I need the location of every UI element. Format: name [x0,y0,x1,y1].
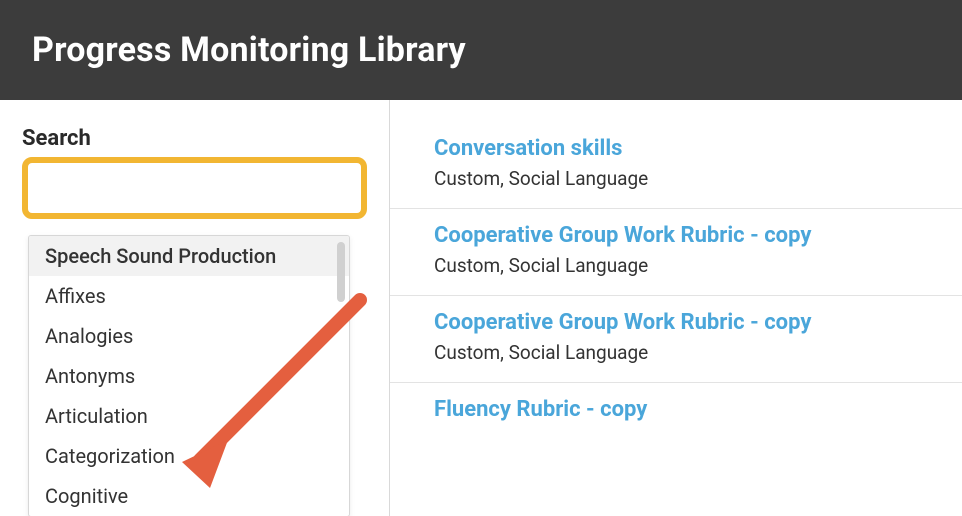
dropdown-item[interactable]: Categorization [29,436,349,476]
search-input-highlight [22,157,367,219]
result-item: Cooperative Group Work Rubric - copy Cus… [390,296,962,383]
dropdown-item[interactable]: Articulation [29,396,349,436]
dropdown-item[interactable]: Speech Sound Production [29,236,349,276]
scrollbar-thumb[interactable] [337,242,345,302]
dropdown-item[interactable]: Cognitive [29,476,349,516]
result-title-link[interactable]: Fluency Rubric - copy [434,397,647,422]
results-panel: Conversation skills Custom, Social Langu… [390,100,962,516]
result-title-link[interactable]: Conversation skills [434,136,622,161]
search-input[interactable] [32,167,357,209]
search-label: Search [22,126,367,151]
result-item: Fluency Rubric - copy [390,383,962,446]
search-sidebar: Search Speech Sound Production Affixes A… [0,100,390,516]
dropdown-item[interactable]: Antonyms [29,356,349,396]
result-meta: Custom, Social Language [434,254,942,277]
result-title-link[interactable]: Cooperative Group Work Rubric - copy [434,310,811,335]
result-meta: Custom, Social Language [434,341,942,364]
result-title-link[interactable]: Cooperative Group Work Rubric - copy [434,223,811,248]
content-area: Search Speech Sound Production Affixes A… [0,100,962,516]
result-meta: Custom, Social Language [434,167,942,190]
dropdown-item[interactable]: Affixes [29,276,349,316]
result-item: Conversation skills Custom, Social Langu… [390,122,962,209]
result-item: Cooperative Group Work Rubric - copy Cus… [390,209,962,296]
page-header: Progress Monitoring Library [0,0,962,100]
dropdown-item[interactable]: Analogies [29,316,349,356]
search-suggestions-dropdown[interactable]: Speech Sound Production Affixes Analogie… [28,235,350,516]
page-title: Progress Monitoring Library [32,30,466,70]
